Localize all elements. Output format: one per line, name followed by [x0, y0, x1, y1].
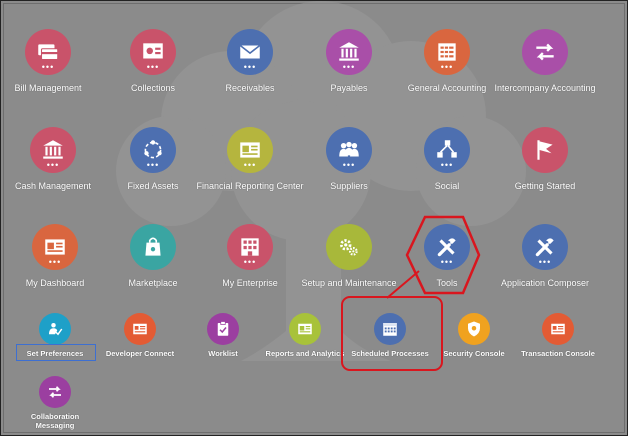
- person-check-icon: [39, 313, 71, 345]
- tile-label: Collections: [130, 83, 176, 93]
- exchange-arrows-icon: [39, 376, 71, 408]
- credit-cards-icon: •••: [25, 29, 71, 75]
- clipboard-check-icon: [207, 313, 239, 345]
- tile-application-composer[interactable]: ••• Application Composer: [490, 224, 600, 288]
- tile-label: Reports and Analytics: [265, 349, 345, 358]
- exchange-arrows-icon: [522, 29, 568, 75]
- tile-label: Transaction Console: [521, 349, 595, 358]
- tile-my-dashboard[interactable]: ••• My Dashboard: [1, 224, 110, 288]
- social-network-icon: •••: [424, 127, 470, 173]
- tile-label: Social: [434, 181, 460, 191]
- tile-label: Application Composer: [500, 278, 590, 288]
- tile-suppliers[interactable]: ••• Suppliers: [294, 127, 404, 191]
- tile-label: Payables: [330, 83, 368, 93]
- bank-icon: •••: [30, 127, 76, 173]
- envelope-icon: •••: [227, 29, 273, 75]
- tile-financial-reporting-center[interactable]: ••• Financial Reporting Center: [195, 127, 305, 191]
- assets-cycle-icon: •••: [130, 127, 176, 173]
- tile-transaction-console[interactable]: Transaction Console: [512, 313, 604, 358]
- report-icon: •••: [227, 127, 273, 173]
- tile-label: Marketplace: [128, 278, 178, 288]
- tile-label: Setup and Maintenance: [301, 278, 397, 288]
- tile-marketplace[interactable]: Marketplace: [98, 224, 208, 288]
- building-icon: •••: [227, 224, 273, 270]
- tile-general-accounting[interactable]: ••• General Accounting: [392, 29, 502, 93]
- tile-social[interactable]: ••• Social: [392, 127, 502, 191]
- tile-label: Cash Management: [14, 181, 92, 191]
- tile-label: My Enterprise: [222, 278, 278, 288]
- tile-my-enterprise[interactable]: ••• My Enterprise: [195, 224, 305, 288]
- tile-label: Intercompany Accounting: [494, 83, 596, 93]
- tile-developer-connect[interactable]: Developer Connect: [94, 313, 186, 358]
- tile-receivables[interactable]: ••• Receivables: [195, 29, 305, 93]
- tile-label: My Dashboard: [25, 278, 85, 288]
- ledger-icon: •••: [424, 29, 470, 75]
- report-icon: [289, 313, 321, 345]
- tile-label: Developer Connect: [105, 349, 175, 358]
- tile-reports-and-analytics[interactable]: Reports and Analytics: [259, 313, 351, 358]
- highlight-hexagon: [405, 215, 481, 295]
- tools-icon: •••: [522, 224, 568, 270]
- tile-collections[interactable]: ••• Collections: [98, 29, 208, 93]
- tile-bill-management[interactable]: ••• Bill Management: [1, 29, 103, 93]
- tile-intercompany-accounting[interactable]: Intercompany Accounting: [490, 29, 600, 93]
- tile-label: Worklist: [208, 349, 238, 358]
- people-group-icon: •••: [326, 127, 372, 173]
- dashboard-icon: •••: [32, 224, 78, 270]
- tile-collaboration-messaging[interactable]: Collaboration Messaging: [9, 376, 101, 430]
- tile-fixed-assets[interactable]: ••• Fixed Assets: [98, 127, 208, 191]
- tile-worklist[interactable]: Worklist: [177, 313, 269, 358]
- id-card-icon: [542, 313, 574, 345]
- tile-payables[interactable]: ••• Payables: [294, 29, 404, 93]
- tile-label: Bill Management: [14, 83, 82, 93]
- id-card-icon: [124, 313, 156, 345]
- bank-icon: •••: [326, 29, 372, 75]
- tile-label: Financial Reporting Center: [196, 181, 304, 191]
- tile-label: Suppliers: [330, 181, 368, 191]
- highlight-callout-box: [341, 296, 443, 371]
- tile-cash-management[interactable]: ••• Cash Management: [1, 127, 108, 191]
- keyboard-focus-outline: [16, 344, 96, 361]
- flag-icon: [522, 127, 568, 173]
- tile-getting-started[interactable]: Getting Started: [490, 127, 600, 191]
- tile-label: Collaboration Messaging: [30, 412, 80, 430]
- tile-label: General Accounting: [407, 83, 487, 93]
- navigator-panel: ••• Bill Management ••• Collections ••• …: [0, 0, 628, 436]
- shield-icon: [458, 313, 490, 345]
- tile-label: Fixed Assets: [127, 181, 179, 191]
- shopping-bag-icon: [130, 224, 176, 270]
- gears-icon: [326, 224, 372, 270]
- collections-icon: •••: [130, 29, 176, 75]
- tile-label: Receivables: [225, 83, 275, 93]
- tile-label: Getting Started: [514, 181, 576, 191]
- tile-setup-and-maintenance[interactable]: Setup and Maintenance: [294, 224, 404, 288]
